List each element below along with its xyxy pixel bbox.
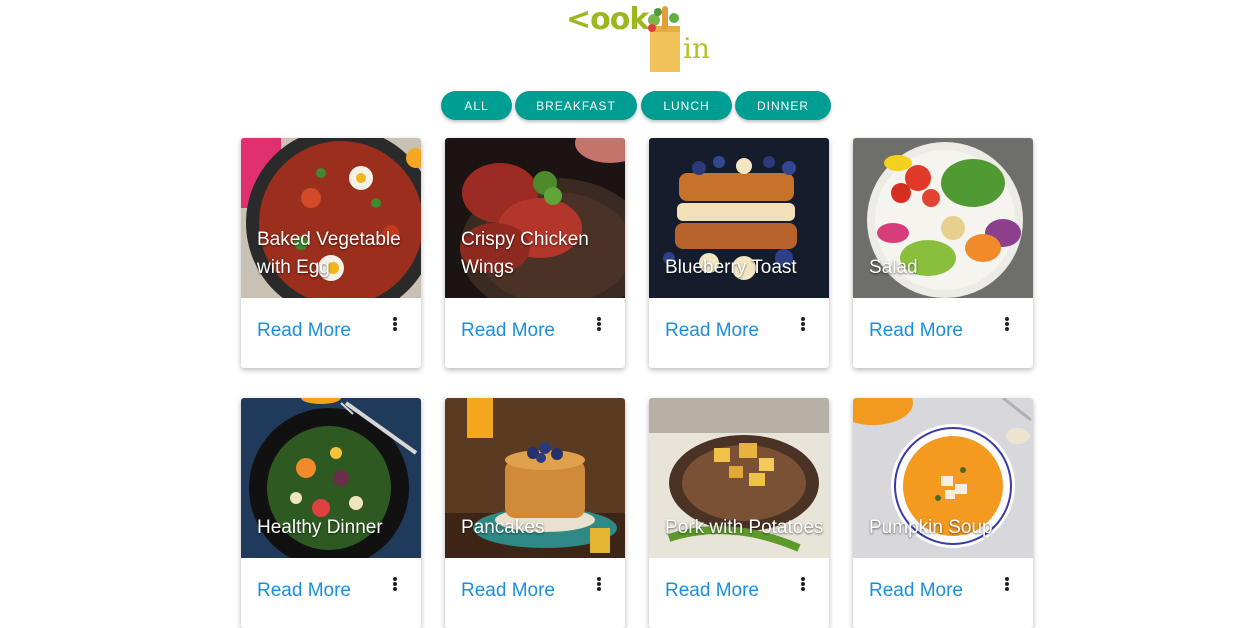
read-more-link[interactable]: Read More xyxy=(257,580,351,602)
recipe-card: Healthy Dinner Read More xyxy=(241,398,421,628)
recipe-image[interactable]: Pancakes xyxy=(445,398,625,558)
recipe-card: Pancakes Read More xyxy=(445,398,625,628)
filter-all-button[interactable]: ALL xyxy=(441,91,512,120)
recipe-image[interactable]: Crispy Chicken Wings xyxy=(445,138,625,298)
recipe-title: Baked Vegetable with Egg xyxy=(257,229,401,278)
site-logo[interactable]: <ook in xyxy=(566,2,710,72)
recipe-title: Pancakes xyxy=(461,517,545,538)
more-vert-icon[interactable] xyxy=(1001,316,1013,334)
recipe-image[interactable]: Pumpkin Soup xyxy=(853,398,1033,558)
more-vert-icon[interactable] xyxy=(797,316,809,334)
recipe-card: Pork with Potatoes Read More xyxy=(649,398,829,628)
card-actions: Read More xyxy=(649,298,829,368)
card-actions: Read More xyxy=(241,558,421,628)
filter-lunch-button[interactable]: LUNCH xyxy=(641,91,732,120)
recipe-image[interactable]: Healthy Dinner xyxy=(241,398,421,558)
recipe-card: Salad Read More xyxy=(853,138,1033,368)
more-vert-icon[interactable] xyxy=(797,576,809,594)
card-actions: Read More xyxy=(853,558,1033,628)
read-more-link[interactable]: Read More xyxy=(461,320,555,342)
read-more-link[interactable]: Read More xyxy=(257,320,351,342)
recipe-card: Blueberry Toast Read More xyxy=(649,138,829,368)
read-more-link[interactable]: Read More xyxy=(665,580,759,602)
more-vert-icon[interactable] xyxy=(389,316,401,334)
recipe-image[interactable]: Baked Vegetable with Egg xyxy=(241,138,421,298)
recipe-title: Pork with Potatoes xyxy=(665,517,824,538)
recipe-card: Crispy Chicken Wings Read More xyxy=(445,138,625,368)
read-more-link[interactable]: Read More xyxy=(869,580,963,602)
card-actions: Read More xyxy=(241,298,421,368)
category-filters: ALL BREAKFAST LUNCH DINNER xyxy=(0,91,1254,120)
logo-text-left: <ook xyxy=(566,2,649,37)
read-more-link[interactable]: Read More xyxy=(869,320,963,342)
card-actions: Read More xyxy=(445,298,625,368)
filter-breakfast-button[interactable]: BREAKFAST xyxy=(515,91,637,120)
recipe-title: Pumpkin Soup xyxy=(869,517,993,538)
read-more-link[interactable]: Read More xyxy=(665,320,759,342)
recipe-title: Healthy Dinner xyxy=(257,517,383,538)
recipe-image[interactable]: Blueberry Toast xyxy=(649,138,829,298)
recipe-title: Salad xyxy=(869,257,918,278)
card-actions: Read More xyxy=(649,558,829,628)
filter-dinner-button[interactable]: DINNER xyxy=(735,91,831,120)
more-vert-icon[interactable] xyxy=(389,576,401,594)
recipe-card: Baked Vegetable with Egg Read More xyxy=(241,138,421,368)
read-more-link[interactable]: Read More xyxy=(461,580,555,602)
card-actions: Read More xyxy=(853,298,1033,368)
recipe-image[interactable]: Pork with Potatoes xyxy=(649,398,829,558)
card-actions: Read More xyxy=(445,558,625,628)
logo-text-right: in xyxy=(683,32,710,65)
recipe-image[interactable]: Salad xyxy=(853,138,1033,298)
recipe-title: Crispy Chicken Wings xyxy=(461,229,589,278)
more-vert-icon[interactable] xyxy=(1001,576,1013,594)
recipe-card: Pumpkin Soup Read More xyxy=(853,398,1033,628)
recipe-title: Blueberry Toast xyxy=(665,257,797,278)
more-vert-icon[interactable] xyxy=(593,576,605,594)
more-vert-icon[interactable] xyxy=(593,316,605,334)
